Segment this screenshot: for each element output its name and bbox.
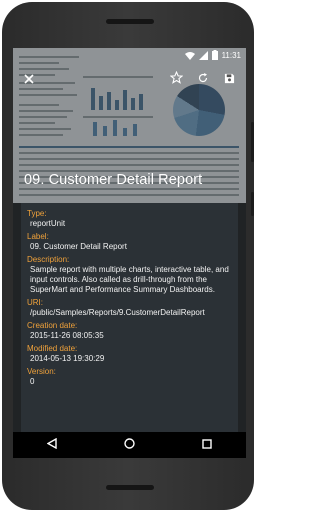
detail-uri: URI: /public/Samples/Reports/9.CustomerD… xyxy=(27,298,238,318)
field-label: Description: xyxy=(27,255,70,264)
power-button xyxy=(251,192,254,216)
star-outline-icon xyxy=(169,70,183,89)
favorite-button[interactable] xyxy=(166,70,186,90)
toolbar xyxy=(13,66,246,94)
field-value: 0 xyxy=(30,377,35,386)
screen: 11:31 09. Customer Detail Report Type: r… xyxy=(13,48,246,458)
close-button[interactable] xyxy=(19,70,39,90)
field-label: Modified date: xyxy=(27,344,78,353)
save-button[interactable] xyxy=(219,70,239,90)
detail-version: Version: 0 xyxy=(27,367,238,387)
field-value: Sample report with multiple charts, inte… xyxy=(30,265,229,294)
clock: 11:31 xyxy=(221,50,241,60)
bottom-speaker xyxy=(106,485,154,490)
status-bar: 11:31 xyxy=(13,48,246,62)
detail-label: Label: 09. Customer Detail Report xyxy=(27,232,238,252)
field-value: reportUnit xyxy=(30,219,66,228)
detail-type: Type: reportUnit xyxy=(27,209,238,229)
battery-icon xyxy=(211,50,218,60)
home-icon[interactable] xyxy=(124,436,135,454)
save-icon xyxy=(224,71,235,89)
signal-icon xyxy=(198,50,208,60)
wifi-icon xyxy=(184,51,195,60)
field-label: URI: xyxy=(27,298,43,307)
refresh-icon xyxy=(197,71,209,89)
field-label: Type: xyxy=(27,209,47,218)
field-value: 2014-05-13 19:30:29 xyxy=(30,354,105,363)
field-value: 09. Customer Detail Report xyxy=(30,242,127,251)
field-value: 2015-11-26 08:05:35 xyxy=(30,331,104,340)
close-icon xyxy=(24,71,34,89)
navigation-bar xyxy=(13,432,246,458)
recents-icon[interactable] xyxy=(202,436,213,454)
top-speaker xyxy=(106,19,154,24)
field-label: Label: xyxy=(27,232,49,241)
detail-description: Description: Sample report with multiple… xyxy=(27,255,238,295)
volume-button xyxy=(251,122,254,162)
refresh-button[interactable] xyxy=(193,70,213,90)
detail-creation-date: Creation date: 2015-11-26 08:05:35 xyxy=(27,321,238,341)
field-value: /public/Samples/Reports/9.CustomerDetail… xyxy=(30,308,205,317)
report-title: 09. Customer Detail Report xyxy=(24,172,203,188)
field-label: Creation date: xyxy=(27,321,78,330)
phone-frame: 11:31 09. Customer Detail Report Type: r… xyxy=(2,2,254,510)
field-label: Version: xyxy=(27,367,56,376)
back-icon[interactable] xyxy=(46,436,57,454)
details-panel: Type: reportUnit Label: 09. Customer Det… xyxy=(21,203,238,458)
detail-modified-date: Modified date: 2014-05-13 19:30:29 xyxy=(27,344,238,364)
